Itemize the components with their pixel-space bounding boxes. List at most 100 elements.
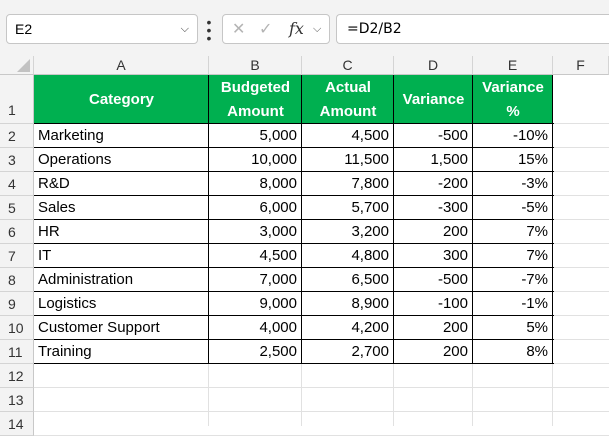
header-variance-label: Variance xyxy=(402,91,465,108)
cell-category[interactable]: Sales xyxy=(34,196,209,220)
table-border xyxy=(472,75,473,364)
header-variance[interactable]: Variance xyxy=(394,75,473,124)
formula-actions: ✕ ✓ fx ⌵ xyxy=(222,14,330,44)
header-variance-pct-label-2: % xyxy=(506,102,520,120)
cell-variance-pct[interactable]: -3% xyxy=(473,172,553,196)
row-header-8[interactable]: 8 xyxy=(0,268,34,292)
row-header-10[interactable]: 10 xyxy=(0,316,34,340)
cell-actual-amount[interactable]: 4,800 xyxy=(302,244,394,268)
table-border xyxy=(208,75,209,364)
column-header-e[interactable]: E xyxy=(473,56,553,75)
name-box[interactable]: E2 ⌵ xyxy=(6,14,198,44)
cell-actual-amount[interactable]: 5,700 xyxy=(302,196,394,220)
cell-category[interactable]: Administration xyxy=(34,268,209,292)
cell-budgeted-amount[interactable]: 4,500 xyxy=(209,244,302,268)
table-border xyxy=(34,267,554,268)
cell-category[interactable]: Marketing xyxy=(34,124,209,148)
row-header-3[interactable]: 3 xyxy=(0,148,34,172)
row-header-5[interactable]: 5 xyxy=(0,196,34,220)
row-header-13[interactable]: 13 xyxy=(0,388,34,412)
cell-variance-pct[interactable]: 15% xyxy=(473,148,553,172)
cell-category[interactable]: Training xyxy=(34,340,209,364)
column-header-f[interactable]: F xyxy=(553,56,609,75)
chevron-down-icon[interactable]: ⌵ xyxy=(313,23,321,36)
table-border xyxy=(552,75,553,364)
header-category[interactable]: Category xyxy=(34,75,209,124)
cell-budgeted-amount[interactable]: 8,000 xyxy=(209,172,302,196)
cell-variance[interactable]: -500 xyxy=(394,124,473,148)
cell-budgeted-amount[interactable]: 2,500 xyxy=(209,340,302,364)
cell-variance[interactable]: 300 xyxy=(394,244,473,268)
cell-category[interactable]: Customer Support xyxy=(34,316,209,340)
row-header-4[interactable]: 4 xyxy=(0,172,34,196)
cell-actual-amount[interactable]: 7,800 xyxy=(302,172,394,196)
more-options-icon[interactable]: • • • xyxy=(204,15,214,45)
name-box-value: E2 xyxy=(15,21,33,37)
cell-actual-amount[interactable]: 3,200 xyxy=(302,220,394,244)
cell-category[interactable]: R&D xyxy=(34,172,209,196)
cell-category[interactable]: Operations xyxy=(34,148,209,172)
row-header-11[interactable]: 11 xyxy=(0,340,34,364)
cell-variance-pct[interactable]: -10% xyxy=(473,124,553,148)
column-header-a[interactable]: A xyxy=(34,56,209,75)
cell-variance-pct[interactable]: -5% xyxy=(473,196,553,220)
column-header-d[interactable]: D xyxy=(394,56,473,75)
cell-budgeted-amount[interactable]: 4,000 xyxy=(209,316,302,340)
column-header-b[interactable]: B xyxy=(209,56,302,75)
row-header-2[interactable]: 2 xyxy=(0,124,34,148)
cell-variance-pct[interactable]: -1% xyxy=(473,292,553,316)
cell-budgeted-amount[interactable]: 5,000 xyxy=(209,124,302,148)
row-header-14[interactable]: 14 xyxy=(0,412,34,436)
cell-category[interactable]: IT xyxy=(34,244,209,268)
table-border xyxy=(34,171,554,172)
cell-variance[interactable]: 200 xyxy=(394,316,473,340)
table-border xyxy=(34,291,554,292)
cell-variance[interactable]: 1,500 xyxy=(394,148,473,172)
header-actual[interactable]: Actual Amount xyxy=(302,75,394,124)
row-header-6[interactable]: 6 xyxy=(0,220,34,244)
formula-input[interactable]: =D2/B2 xyxy=(336,14,609,44)
cell-budgeted-amount[interactable]: 9,000 xyxy=(209,292,302,316)
cell-variance[interactable]: -100 xyxy=(394,292,473,316)
cell-variance-pct[interactable]: 8% xyxy=(473,340,553,364)
cell-variance[interactable]: 200 xyxy=(394,220,473,244)
select-all-button[interactable] xyxy=(0,56,34,75)
cell-actual-amount[interactable]: 6,500 xyxy=(302,268,394,292)
row-header-12[interactable]: 12 xyxy=(0,364,34,388)
cell-category[interactable]: HR xyxy=(34,220,209,244)
cell-variance-pct[interactable]: 7% xyxy=(473,244,553,268)
cell-budgeted-amount[interactable]: 6,000 xyxy=(209,196,302,220)
cell-actual-amount[interactable]: 2,700 xyxy=(302,340,394,364)
table-border xyxy=(34,147,554,148)
chevron-down-icon[interactable]: ⌵ xyxy=(181,15,189,43)
row-header-7[interactable]: 7 xyxy=(0,244,34,268)
column-header-c[interactable]: C xyxy=(302,56,394,75)
header-variance-pct[interactable]: Variance % xyxy=(473,75,553,124)
cell-budgeted-amount[interactable]: 7,000 xyxy=(209,268,302,292)
cell-actual-amount[interactable]: 8,900 xyxy=(302,292,394,316)
cell-actual-amount[interactable]: 4,500 xyxy=(302,124,394,148)
insert-function-icon[interactable]: fx xyxy=(289,19,304,38)
header-budgeted[interactable]: Budgeted Amount xyxy=(209,75,302,124)
cancel-icon[interactable]: ✕ xyxy=(232,19,245,39)
header-variance-pct-label-1: Variance xyxy=(482,78,544,96)
cell-variance-pct[interactable]: 5% xyxy=(473,316,553,340)
cell-category[interactable]: Logistics xyxy=(34,292,209,316)
table-border xyxy=(393,75,394,364)
cell-variance[interactable]: -300 xyxy=(394,196,473,220)
table-border xyxy=(34,315,554,316)
cell-variance[interactable]: -200 xyxy=(394,172,473,196)
cell-actual-amount[interactable]: 11,500 xyxy=(302,148,394,172)
row-header-9[interactable]: 9 xyxy=(0,292,34,316)
table-border xyxy=(34,363,554,364)
row-header-1[interactable]: 1 xyxy=(0,75,34,124)
enter-icon[interactable]: ✓ xyxy=(259,19,272,39)
cell-variance[interactable]: 200 xyxy=(394,340,473,364)
cell-variance-pct[interactable]: -7% xyxy=(473,268,553,292)
cell-budgeted-amount[interactable]: 10,000 xyxy=(209,148,302,172)
cell-variance-pct[interactable]: 7% xyxy=(473,220,553,244)
cell-actual-amount[interactable]: 4,200 xyxy=(302,316,394,340)
cell-variance[interactable]: -500 xyxy=(394,268,473,292)
cell-budgeted-amount[interactable]: 3,000 xyxy=(209,220,302,244)
header-category-label: Category xyxy=(88,91,155,108)
